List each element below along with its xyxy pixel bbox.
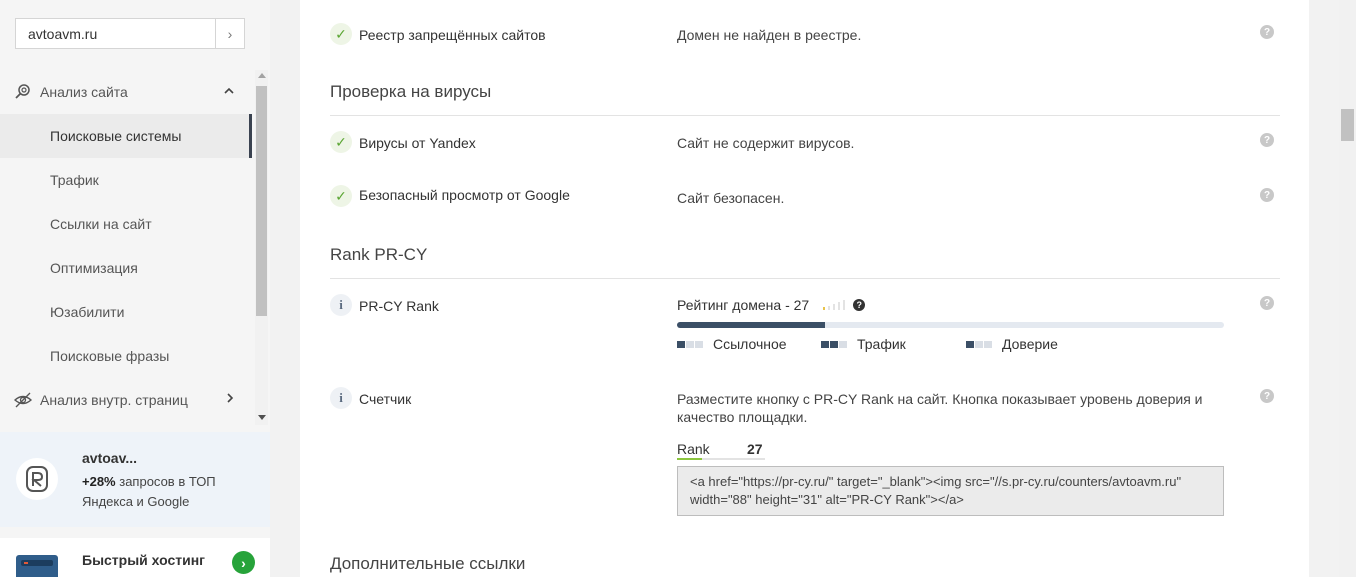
- rating-help-icon[interactable]: ?: [853, 299, 866, 311]
- menu-group-inner-pages[interactable]: Анализ внутр. страниц: [0, 378, 252, 422]
- promo-percent: +28%: [82, 474, 116, 489]
- scroll-up-arrow[interactable]: [258, 73, 266, 78]
- chevron-right-icon: ›: [227, 25, 233, 42]
- check-icon: ✓: [330, 185, 352, 207]
- help-icon[interactable]: ?: [1260, 25, 1274, 39]
- row-value-yandex: Сайт не содержит вирусов.: [677, 135, 855, 151]
- legend-blocks-icon: [966, 340, 992, 348]
- domain-rating: Рейтинг домена - 27 ?: [677, 297, 866, 313]
- row-label-registry: Реестр запрещённых сайтов: [359, 27, 546, 43]
- sidebar-item-label: Ссылки на сайт: [50, 216, 152, 232]
- sidebar-item-traffic[interactable]: Трафик: [0, 158, 252, 202]
- row-label-counter: Счетчик: [359, 391, 412, 407]
- counter-code-textarea[interactable]: <a href="https://pr-cy.ru/" target="_bla…: [677, 466, 1224, 516]
- section-title-viruses: Проверка на вирусы: [330, 82, 492, 101]
- badge-label: Rank: [677, 441, 710, 457]
- row-label-yandex: Вирусы от Yandex: [359, 135, 476, 151]
- sidebar-item-label: Юзабилити: [50, 304, 125, 320]
- section-divider: [330, 115, 1280, 116]
- scroll-thumb[interactable]: [256, 86, 267, 316]
- rating-progress-fill: [677, 322, 825, 328]
- sidebar-menu: Анализ сайта Поисковые системы Трафик Сс…: [0, 70, 270, 425]
- counter-description: Разместите кнопку с PR-CY Rank на сайт. …: [677, 391, 1203, 425]
- page-scroll-thumb[interactable]: [1341, 109, 1354, 141]
- row-label-prcy-rank: PR-CY Rank: [359, 298, 439, 314]
- help-icon[interactable]: ?: [1260, 296, 1274, 310]
- section-title-links: Дополнительные ссылки: [330, 554, 526, 573]
- rating-bars-icon: [823, 300, 846, 310]
- sidebar-item-search-phrases[interactable]: Поисковые фразы: [0, 334, 252, 378]
- eye-icon: [14, 391, 32, 409]
- promo-text: +28% запросов в ТОП Яндекса и Google: [82, 472, 257, 512]
- legend-blocks-icon: [821, 340, 847, 348]
- info-icon: i: [330, 387, 352, 409]
- menu-group-site-analysis[interactable]: Анализ сайта: [0, 70, 252, 114]
- info-icon: i: [330, 294, 352, 316]
- site-logo-icon: [16, 458, 58, 500]
- row-value-google: Сайт безопасен.: [677, 190, 785, 206]
- domain-search: ›: [15, 18, 245, 49]
- menu-group-label: Анализ сайта: [40, 84, 128, 100]
- rank-counter-badge[interactable]: Rank 27: [677, 441, 765, 461]
- legend-item-traffic: Трафик: [821, 336, 906, 352]
- main-content: ✓ Реестр запрещённых сайтов Домен не най…: [300, 0, 1309, 577]
- page-scrollbar[interactable]: [1339, 0, 1356, 577]
- chevron-right-icon: [226, 392, 234, 406]
- sidebar-item-usability[interactable]: Юзабилити: [0, 290, 252, 334]
- promo-banner[interactable]: avtoav... +28% запросов в ТОП Яндекса и …: [0, 432, 270, 527]
- row-value-registry: Домен не найден в реестре.: [677, 27, 862, 43]
- sidebar-item-label: Поисковые системы: [50, 128, 182, 144]
- sidebar-item-label: Оптимизация: [50, 260, 138, 276]
- hosting-arrow-button[interactable]: ›: [232, 551, 255, 574]
- sidebar-item-backlinks[interactable]: Ссылки на сайт: [0, 202, 252, 246]
- search-go-button[interactable]: ›: [215, 18, 245, 49]
- chevron-up-icon: [224, 84, 234, 98]
- magnifier-icon: [14, 83, 32, 101]
- legend-item-links: Ссылочное: [677, 336, 787, 352]
- sidebar-item-search-engines[interactable]: Поисковые системы: [0, 114, 252, 158]
- hosting-banner[interactable]: Быстрый хостинг ›: [0, 538, 270, 577]
- help-icon[interactable]: ?: [1260, 133, 1274, 147]
- sidebar-item-label: Поисковые фразы: [50, 348, 170, 364]
- sidebar-scrollbar[interactable]: [255, 70, 268, 425]
- check-icon: ✓: [330, 131, 352, 153]
- row-label-google: Безопасный просмотр от Google: [359, 187, 570, 203]
- rating-text: Рейтинг домена - 27: [677, 297, 810, 313]
- section-divider: [330, 278, 1280, 279]
- chevron-right-icon: ›: [241, 554, 246, 571]
- menu-group-label: Анализ внутр. страниц: [40, 392, 188, 408]
- hosting-title: Быстрый хостинг: [82, 552, 206, 568]
- rating-progress-bar: [677, 322, 1224, 328]
- legend-blocks-icon: [677, 340, 703, 348]
- sidebar-item-label: Трафик: [50, 172, 99, 188]
- legend-item-trust: Доверие: [966, 336, 1058, 352]
- legend-label: Трафик: [857, 336, 906, 352]
- help-icon[interactable]: ?: [1260, 188, 1274, 202]
- promo-title: avtoav...: [82, 450, 137, 466]
- sidebar-item-optimization[interactable]: Оптимизация: [0, 246, 252, 290]
- badge-underline: [677, 458, 765, 460]
- help-icon[interactable]: ?: [1260, 389, 1274, 403]
- legend-label: Ссылочное: [713, 336, 787, 352]
- server-icon: [16, 555, 58, 577]
- sidebar: › Анализ сайта Поисковые системы Трафик …: [0, 0, 270, 577]
- scroll-down-arrow[interactable]: [258, 415, 266, 420]
- section-title-rank: Rank PR-CY: [330, 245, 428, 264]
- domain-input[interactable]: [15, 18, 215, 49]
- check-icon: ✓: [330, 23, 352, 45]
- badge-value: 27: [747, 441, 763, 457]
- legend-label: Доверие: [1002, 336, 1058, 352]
